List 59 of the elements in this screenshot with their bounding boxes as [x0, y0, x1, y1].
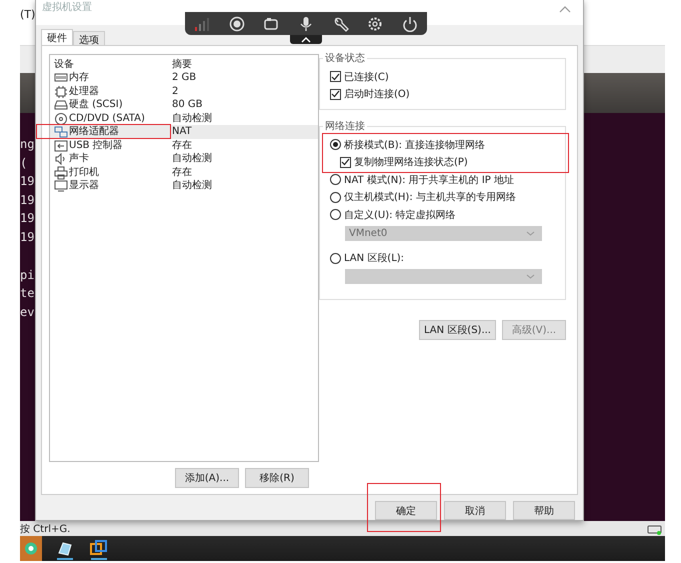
terminal-line: 19	[20, 192, 35, 209]
terminal-line: 19	[20, 228, 35, 246]
device-summary: 存在	[171, 138, 192, 152]
device-name: 网络适配器	[69, 126, 119, 138]
device-summary: 2 GB	[171, 71, 198, 85]
terminal-line: pi	[20, 266, 35, 284]
menu-item[interactable]: (T)	[20, 8, 36, 21]
column-header: 设备	[53, 58, 75, 72]
device-summary: 2	[171, 84, 180, 98]
dialog-button[interactable]: 取消	[444, 501, 506, 520]
dialog-button[interactable]: 帮助	[513, 501, 575, 520]
device-summary: NAT	[171, 125, 193, 139]
device-summary: 自动检测	[171, 179, 213, 193]
radio-label: LAN 区段(L):	[344, 252, 404, 266]
tab[interactable]: 选项	[73, 30, 105, 45]
radio-label: 仅主机模式(H): 与主机共享的专用网络	[344, 190, 516, 204]
terminal-line: ng	[20, 136, 35, 153]
device-name: 处理器	[69, 86, 99, 98]
network-button[interactable]: LAN 区段(S)...	[419, 320, 496, 340]
status-text: 按 Ctrl+G.	[20, 522, 70, 536]
device-name: 内存	[69, 72, 89, 84]
terminal-line: 19	[20, 173, 35, 190]
checkbox-label: 复制物理网络连接状态(P)	[354, 156, 468, 170]
dialog-button[interactable]: 确定	[375, 501, 437, 520]
device-row[interactable]: 打印机 存在	[50, 166, 318, 180]
terminal-line: ev	[20, 304, 35, 321]
device-summary: 自动检测	[171, 152, 213, 166]
checkbox-label: 启动时连接(O)	[344, 88, 410, 102]
device-name: 声卡	[69, 153, 89, 166]
device-summary: 80 GB	[171, 98, 204, 112]
device-button[interactable]: 移除(R)	[245, 468, 309, 488]
column-header: 摘要	[171, 58, 193, 72]
terminal-line: 19	[20, 210, 35, 228]
radio-label: 桥接模式(B): 直接连接物理网络	[344, 138, 486, 152]
device-summary: 存在	[171, 166, 192, 180]
device-summary: 自动检测	[171, 112, 213, 126]
device-name: CD/DVD (SATA)	[69, 112, 145, 125]
device-row[interactable]: 硬盘 (SCSI) 80 GB	[50, 98, 318, 112]
device-row[interactable]: 显示器 自动检测	[50, 179, 318, 193]
tab[interactable]: 硬件	[41, 28, 73, 45]
device-row[interactable]: 网络适配器 NAT	[50, 125, 318, 139]
radio-label: 自定义(U): 特定虚拟网络	[344, 208, 456, 222]
window-title: 虚拟机设置	[42, 0, 92, 14]
terminal-line: (	[20, 154, 28, 172]
device-row[interactable]: USB 控制器 存在	[50, 138, 318, 152]
radio-label: NAT 模式(N): 用于共享主机的 IP 地址	[344, 174, 514, 187]
device-row[interactable]: 内存 2 GB	[50, 71, 318, 85]
device-row[interactable]: 处理器 2	[50, 84, 318, 98]
device-button[interactable]: 添加(A)...	[175, 468, 239, 488]
device-row[interactable]: 声卡 自动检测	[50, 152, 318, 166]
device-row[interactable]: CD/DVD (SATA) 自动检测	[50, 112, 318, 126]
device-name: 打印机	[69, 166, 99, 179]
device-name: USB 控制器	[69, 140, 123, 152]
group-title: 网络连接	[323, 118, 367, 133]
group-title: 设备状态	[323, 50, 367, 65]
device-name: 显示器	[69, 180, 99, 192]
device-name: 硬盘 (SCSI)	[69, 99, 123, 112]
checkbox-label: 已连接(C)	[344, 70, 389, 84]
terminal-line: te	[20, 285, 35, 302]
